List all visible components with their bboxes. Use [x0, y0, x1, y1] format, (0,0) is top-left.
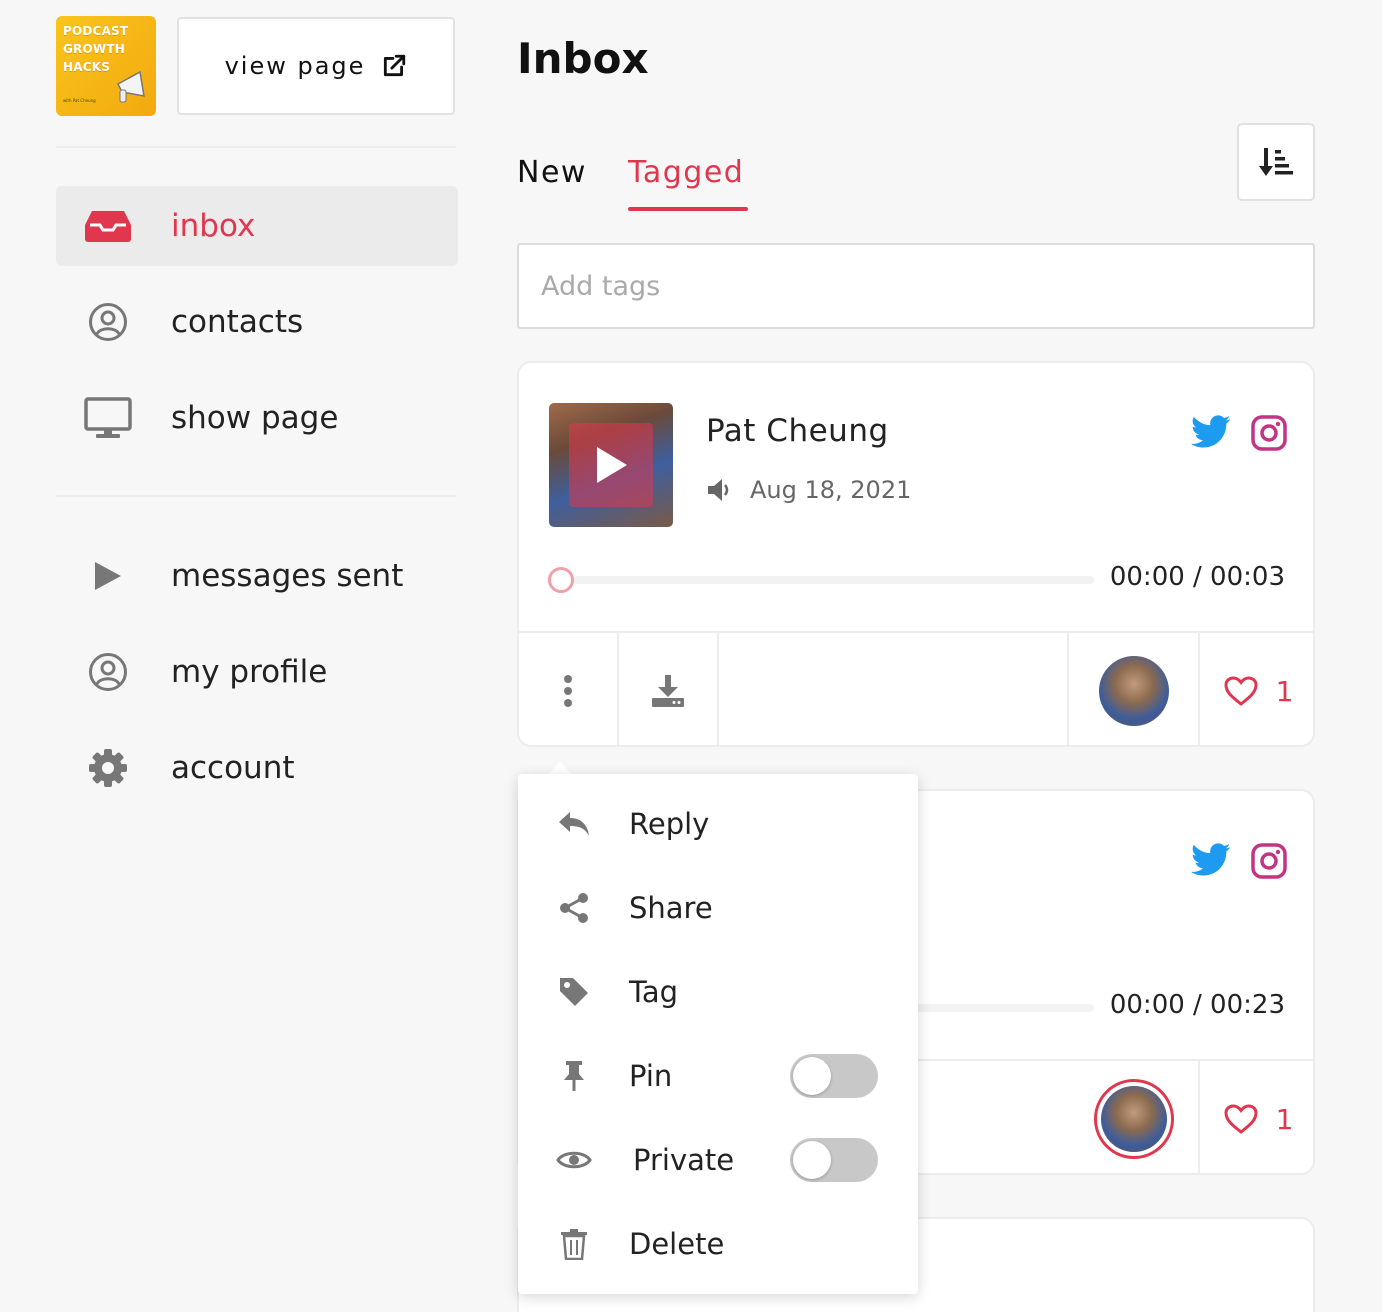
menu-item-pin[interactable]: Pin [518, 1041, 918, 1111]
sender-name: Pat Cheung [706, 413, 889, 449]
external-link-icon [384, 54, 406, 77]
trash-icon [554, 1228, 594, 1260]
logo-text-line: HACKS [63, 60, 111, 74]
menu-pointer [548, 762, 572, 774]
sidebar-item-label: contacts [171, 304, 304, 340]
message-options-menu: Reply Share Tag Pin Private Delete [518, 774, 918, 1294]
user-circle-icon [56, 652, 160, 692]
view-page-button[interactable]: view page [177, 17, 455, 115]
active-tab-indicator [628, 207, 748, 211]
sidebar-item-show-page[interactable]: show page [56, 378, 458, 458]
more-options-button[interactable] [519, 633, 619, 745]
sidebar-item-my-profile[interactable]: my profile [56, 632, 458, 712]
sidebar-divider [56, 495, 456, 497]
progress-knob[interactable] [548, 567, 574, 593]
twitter-icon[interactable] [1191, 415, 1231, 449]
sort-button[interactable] [1237, 123, 1315, 201]
message-meta: Aug 18, 2021 [706, 476, 911, 504]
pin-icon [554, 1060, 594, 1092]
like-cell: 1 [1200, 1061, 1313, 1173]
sidebar-item-label: account [171, 750, 295, 786]
logo-text-line: GROWTH [63, 42, 125, 56]
sidebar-item-label: inbox [171, 208, 256, 244]
like-count: 1 [1275, 1102, 1294, 1136]
sidebar-item-label: my profile [171, 654, 328, 690]
progress-bar[interactable] [574, 576, 1094, 584]
gear-icon [56, 748, 160, 788]
podcast-logo[interactable]: PODCAST GROWTH HACKS with Pat Cheung [56, 16, 156, 116]
monitor-icon [56, 397, 160, 439]
page-title: Inbox [517, 34, 649, 83]
toggle-knob [793, 1057, 831, 1095]
playback-time: 00:00 / 00:23 [1109, 990, 1285, 1020]
twitter-icon[interactable] [1191, 843, 1231, 877]
menu-item-tag[interactable]: Tag [518, 957, 918, 1027]
like-count: 1 [1275, 674, 1294, 708]
menu-item-reply[interactable]: Reply [518, 789, 918, 859]
play-icon [56, 560, 160, 592]
menu-item-label: Pin [629, 1059, 673, 1093]
tag-icon [554, 976, 594, 1008]
view-page-label: view page [224, 52, 366, 80]
user-circle-icon [56, 302, 160, 342]
like-button[interactable]: 1 [1224, 1102, 1294, 1136]
menu-item-share[interactable]: Share [518, 873, 918, 943]
playback-time: 00:00 / 00:03 [1109, 562, 1285, 592]
sidebar-item-account[interactable]: account [56, 728, 458, 808]
logo-subtitle: with Pat Cheung [63, 98, 96, 103]
share-icon [554, 892, 594, 924]
toggle-knob [793, 1141, 831, 1179]
megaphone-icon [117, 70, 145, 103]
speaker-icon [708, 479, 729, 501]
menu-item-label: Delete [629, 1227, 725, 1261]
heart-icon [1224, 676, 1258, 706]
instagram-icon[interactable] [1251, 415, 1287, 451]
sort-icon [1259, 148, 1293, 176]
message-date: Aug 18, 2021 [750, 476, 912, 504]
social-links [1191, 415, 1287, 451]
download-button[interactable] [619, 633, 719, 745]
video-thumbnail[interactable] [549, 403, 673, 527]
heart-icon [1224, 1104, 1258, 1134]
download-icon [652, 675, 684, 707]
menu-item-label: Tag [629, 975, 679, 1009]
sidebar-item-inbox[interactable]: inbox [56, 186, 458, 266]
play-icon [597, 447, 627, 483]
inbox-tray-icon [56, 209, 160, 243]
menu-item-label: Private [633, 1143, 735, 1177]
reply-avatar-cell [1069, 1061, 1200, 1173]
pin-toggle[interactable] [790, 1054, 878, 1098]
sidebar-item-label: show page [171, 400, 339, 436]
tab-new[interactable]: New [517, 155, 587, 190]
sidebar-item-contacts[interactable]: contacts [56, 282, 458, 362]
sidebar-item-messages-sent[interactable]: messages sent [56, 536, 458, 616]
menu-item-label: Share [629, 891, 713, 925]
logo-text-line: PODCAST [63, 24, 129, 38]
reply-avatar-cell [1069, 633, 1200, 745]
menu-item-label: Reply [629, 807, 710, 841]
avatar[interactable] [1098, 656, 1169, 726]
add-tags-input[interactable] [517, 243, 1315, 329]
like-button[interactable]: 1 [1224, 674, 1294, 708]
private-toggle[interactable] [790, 1138, 878, 1182]
message-card: Pat Cheung Aug 18, 2021 00:00 / 00:03 1 [517, 361, 1315, 747]
like-cell: 1 [1200, 633, 1313, 745]
more-vertical-icon [564, 675, 572, 707]
reply-icon [554, 810, 594, 838]
eye-icon [554, 1148, 594, 1172]
footer-spacer [719, 633, 1069, 745]
avatar[interactable] [1093, 1079, 1174, 1159]
tab-tagged[interactable]: Tagged [628, 155, 744, 190]
card-actions: 1 [519, 631, 1313, 745]
sidebar-divider [56, 146, 456, 148]
menu-item-delete[interactable]: Delete [518, 1209, 918, 1279]
social-links [1191, 843, 1287, 879]
instagram-icon[interactable] [1251, 843, 1287, 879]
sidebar-item-label: messages sent [171, 558, 404, 594]
menu-item-private[interactable]: Private [518, 1125, 918, 1195]
